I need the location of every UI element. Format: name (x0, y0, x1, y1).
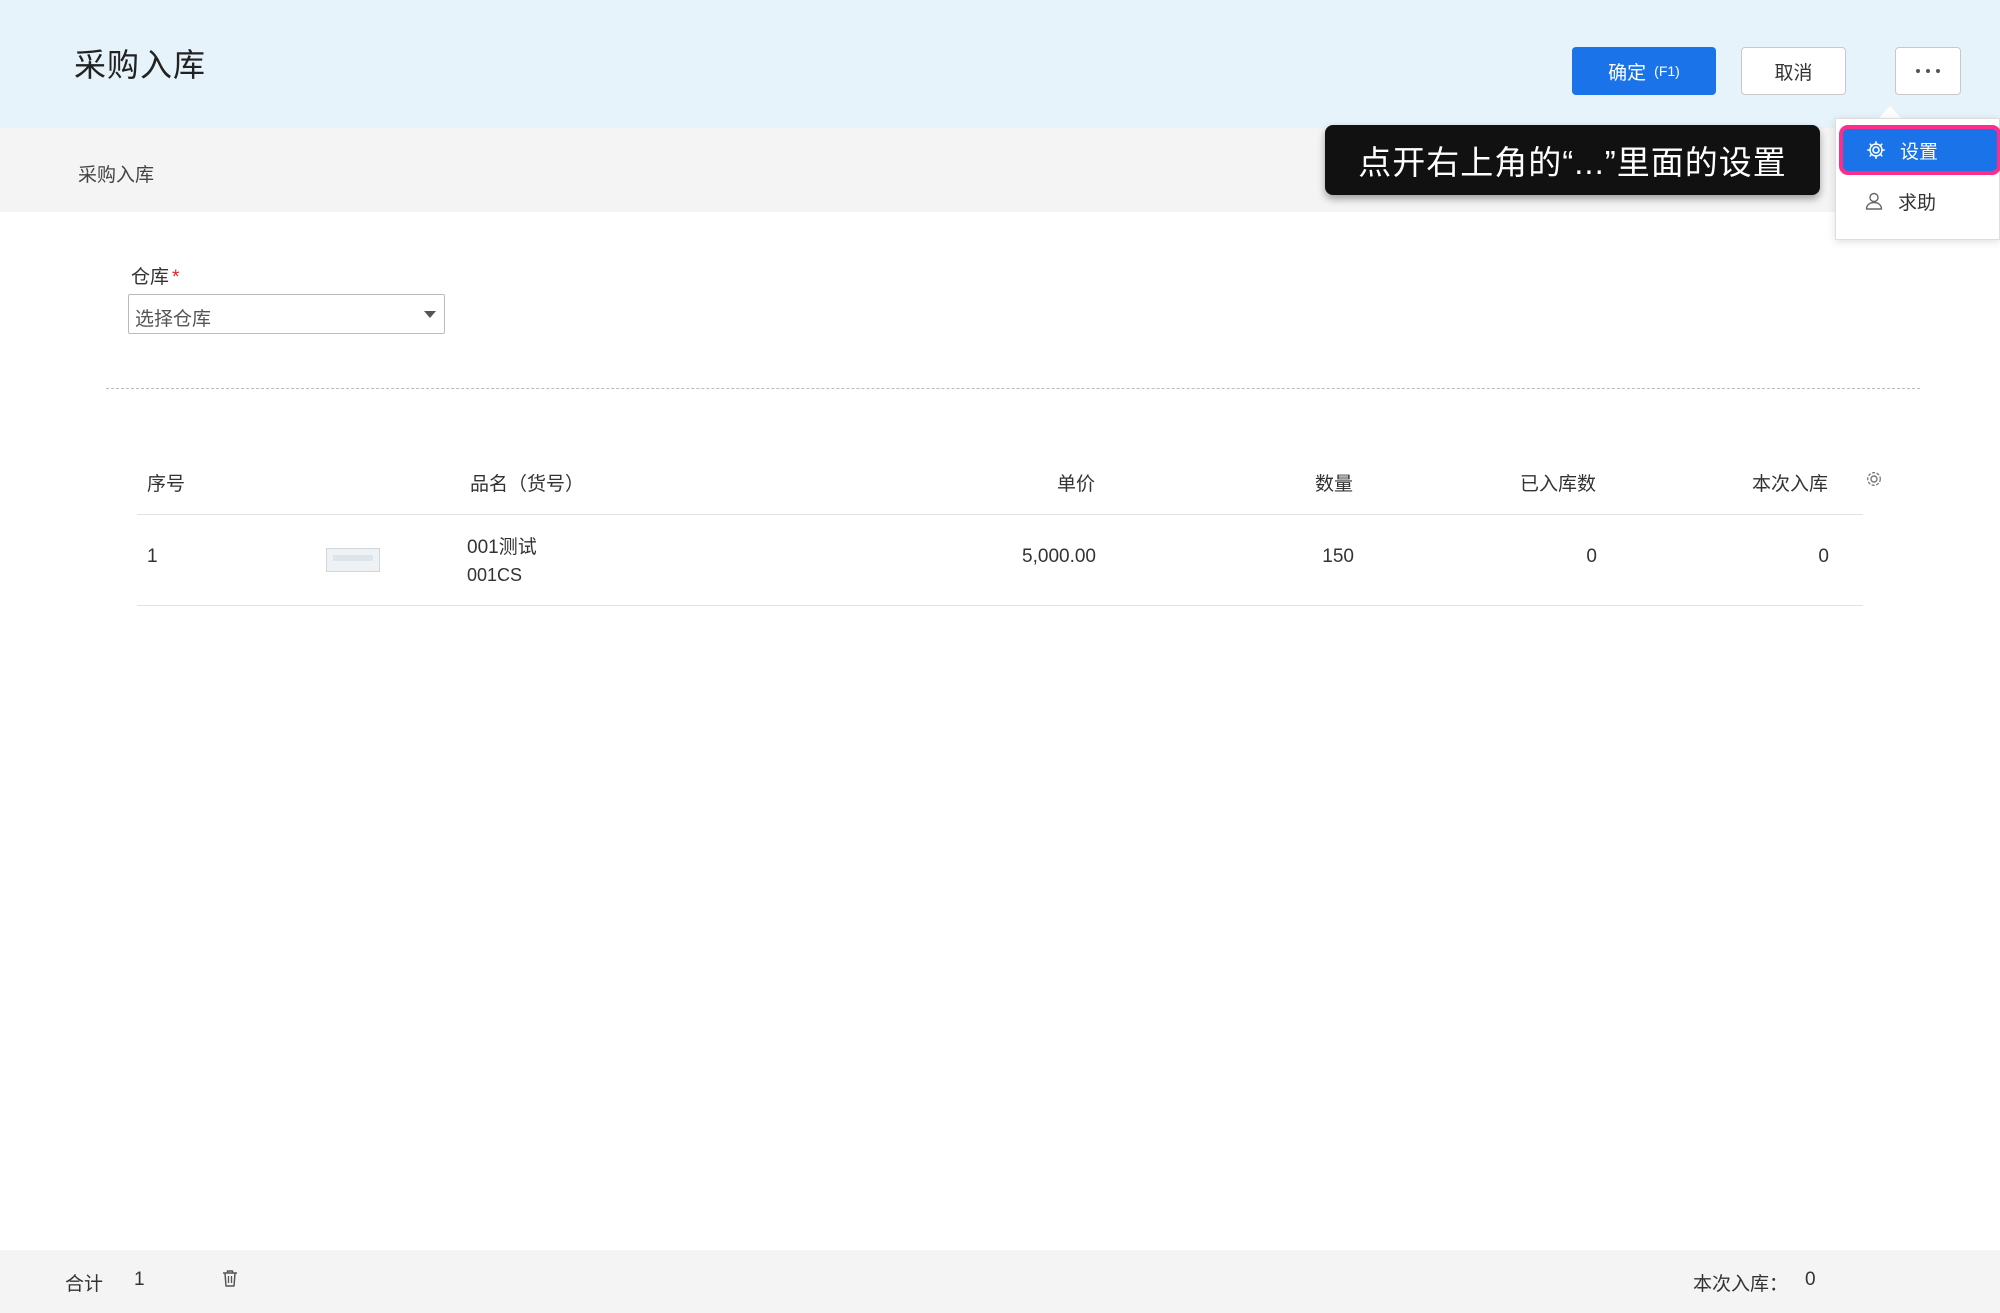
gear-icon (1867, 141, 1885, 159)
column-header-this-time: 本次入库 (1751, 474, 1828, 495)
total-count: 1 (134, 1269, 145, 1290)
menu-item-help[interactable]: 求助 (1836, 176, 2000, 226)
footer-bar: 合计 1 本次入库： 0 (0, 1250, 2000, 1313)
more-menu: 设置 求助 (1835, 118, 2000, 240)
this-time-total-label: 本次入库： (1693, 1274, 1789, 1295)
table-row-divider (137, 605, 1863, 606)
section-divider (106, 388, 1920, 389)
product-code: 001CS (467, 565, 523, 585)
chevron-down-icon (424, 311, 436, 318)
unit-price: 5,000.00 (1022, 546, 1096, 567)
column-header-received: 已入库数 (1519, 474, 1596, 495)
menu-item-label: 求助 (1898, 192, 1937, 214)
instruction-tooltip: 点开右上角的“...”里面的设置 (1325, 125, 1820, 195)
column-header-price: 单价 (1056, 474, 1095, 495)
warehouse-select[interactable]: 选择仓库 (128, 294, 445, 334)
column-settings-gear-icon[interactable] (1864, 469, 1884, 494)
breadcrumb: 采购入库 (78, 165, 155, 186)
warehouse-label-text: 仓库 (131, 267, 170, 288)
menu-item-settings[interactable]: 设置 (1839, 125, 2000, 175)
cancel-button[interactable]: 取消 (1741, 47, 1846, 95)
this-time-total-value: 0 (1805, 1269, 1816, 1290)
column-header-name: 品名（货号） (470, 474, 585, 495)
confirm-hotkey: (F1) (1654, 63, 1680, 79)
warehouse-select-placeholder: 选择仓库 (135, 309, 212, 330)
product-thumbnail (326, 548, 380, 572)
warehouse-label: 仓库 * (131, 262, 179, 289)
row-index: 1 (147, 546, 158, 567)
received-quantity: 0 (1586, 546, 1597, 567)
product-name: 001测试 (467, 537, 537, 558)
menu-item-label: 设置 (1900, 141, 1939, 163)
more-dot-icon (1936, 69, 1940, 73)
total-label: 合计 (65, 1274, 104, 1295)
column-header-index: 序号 (147, 474, 186, 495)
required-mark: * (172, 267, 180, 288)
table-header-divider (137, 514, 1863, 515)
column-header-qty: 数量 (1314, 474, 1353, 495)
more-options-button[interactable] (1895, 47, 1961, 95)
trash-icon[interactable] (221, 1268, 239, 1293)
confirm-button-label: 确定 (1608, 62, 1647, 84)
page-title: 采购入库 (74, 47, 207, 83)
more-dot-icon (1926, 69, 1930, 73)
confirm-button[interactable]: 确定 (F1) (1572, 47, 1716, 95)
page-header: 采购入库 确定 (F1) 取消 (0, 0, 2000, 128)
quantity: 150 (1322, 546, 1354, 567)
user-icon (1865, 192, 1883, 210)
this-time-quantity[interactable]: 0 (1729, 546, 1829, 568)
more-dot-icon (1916, 69, 1920, 73)
